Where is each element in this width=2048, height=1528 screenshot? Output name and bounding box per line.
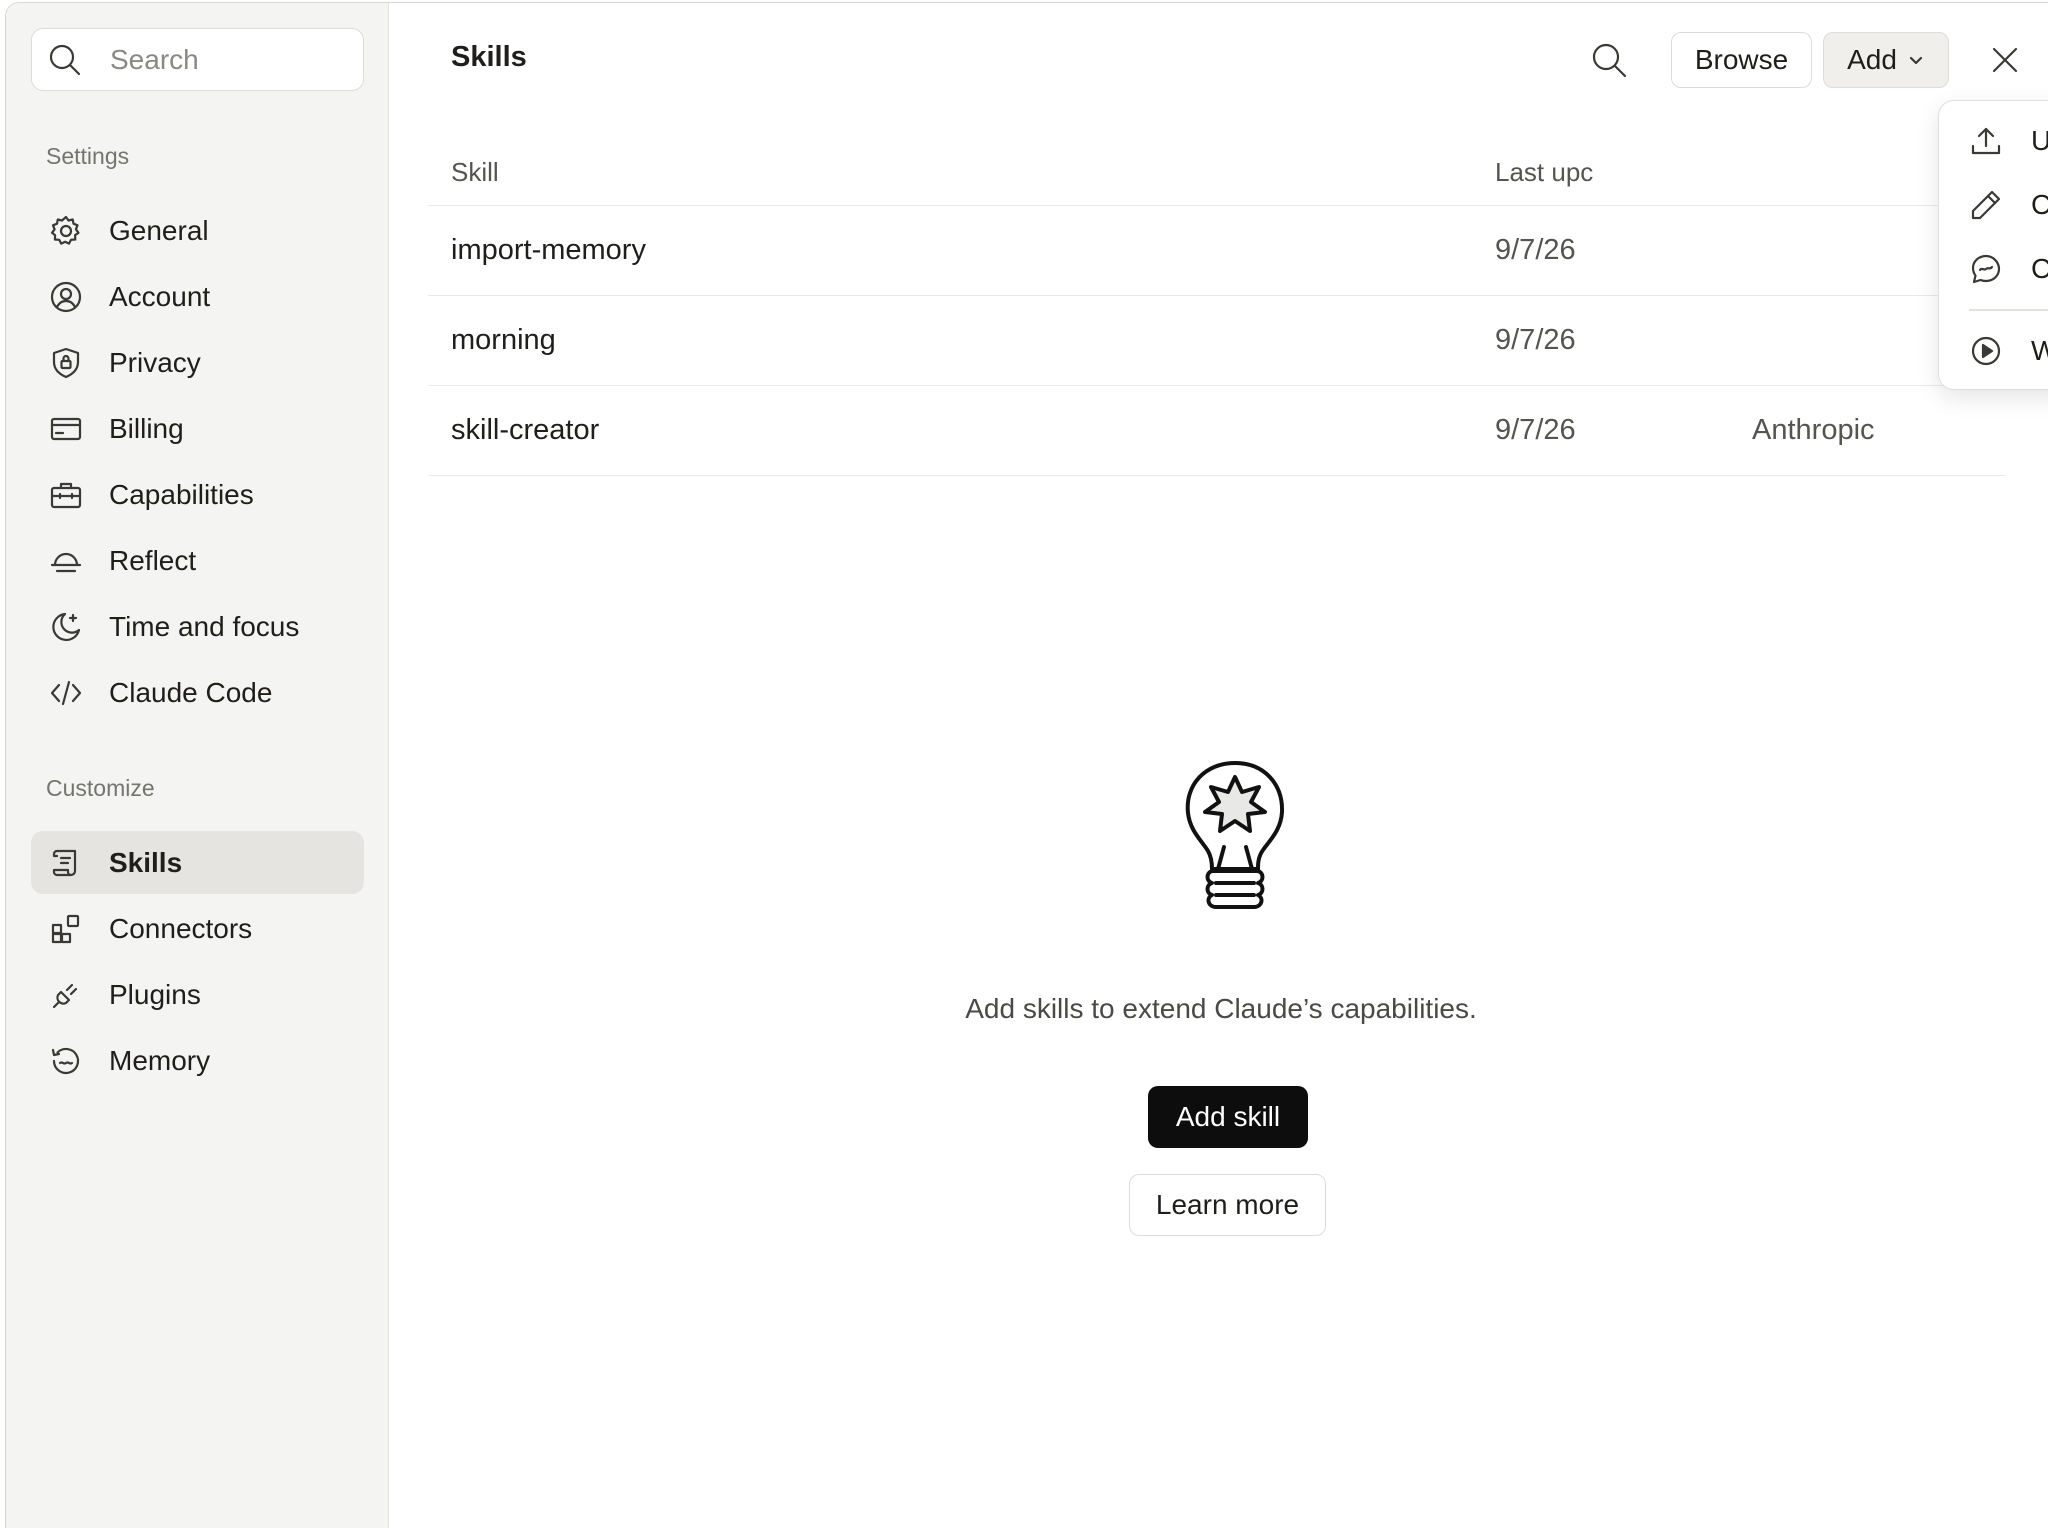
plug-icon [52, 983, 78, 1008]
learn-more-button[interactable]: Learn more [1129, 1174, 1326, 1236]
column-header-last-updated: Last upc [1495, 157, 1594, 187]
menu-item-upload-skill[interactable]: Upload skill [1949, 113, 2048, 169]
menu-item-label: Create with Claude [2031, 253, 2048, 285]
sidebar-item-label: Billing [109, 412, 184, 444]
credit-card-icon [50, 417, 82, 440]
gear-icon [50, 215, 80, 245]
briefcase-icon [50, 482, 82, 508]
add-skill-button[interactable]: Add skill [1148, 1086, 1308, 1148]
page-title: Skills [451, 41, 527, 73]
user-circle-icon [50, 281, 82, 312]
empty-state-message: Add skills to extend Claude’s capabiliti… [965, 993, 1477, 1024]
sidebar-item-label: Claude Code [109, 676, 273, 708]
sidebar-item-label: Account [109, 280, 211, 312]
memory-icon [51, 1047, 80, 1074]
menu-item-label: Upload skill [2031, 125, 2048, 157]
column-header-skill: Skill [451, 157, 499, 187]
table-row[interactable]: morning 9/7/26 [428, 296, 2006, 386]
table-row[interactable]: import-memory 9/7/26 [428, 206, 2006, 296]
sidebar-item-label: Plugins [109, 978, 201, 1010]
menu-item-label: Watch the intro video [2031, 335, 2048, 367]
skill-updated: 9/7/26 [1495, 324, 1576, 356]
browse-button[interactable]: Browse [1671, 32, 1812, 88]
settings-window: Settings General Account Privacy [5, 2, 2048, 1528]
menu-item-label: Create a skill [2031, 189, 2048, 221]
sidebar-item-claude-code[interactable]: Claude Code [31, 661, 364, 724]
scroll-icon [52, 849, 77, 876]
menu-item-watch-intro-video[interactable]: Watch the intro video [1949, 323, 2048, 379]
settings-section-label: Settings [46, 143, 130, 169]
sidebar-item-memory[interactable]: Memory [31, 1029, 364, 1092]
sidebar-item-label: Connectors [109, 912, 253, 944]
skill-name: import-memory [451, 234, 646, 266]
sidebar-item-privacy[interactable]: Privacy [31, 331, 364, 394]
search-input[interactable] [108, 42, 348, 77]
sidebar-item-label: Skills [109, 846, 183, 878]
sidebar-item-label: Memory [109, 1044, 211, 1076]
sidebar-item-plugins[interactable]: Plugins [31, 963, 364, 1026]
customize-section-label: Customize [46, 775, 155, 801]
sidebar-item-reflect[interactable]: Reflect [31, 529, 364, 592]
moon-sparkle-icon [52, 612, 81, 641]
skill-name: skill-creator [451, 414, 600, 446]
skill-name: morning [451, 324, 556, 356]
add-button-label: Add [1847, 44, 1897, 75]
chat-bubble-icon [1971, 254, 2001, 284]
chevron-down-icon [1909, 56, 1923, 65]
search-icon [49, 44, 81, 75]
table-header: Skill Last upc [428, 143, 2006, 206]
sidebar-item-skills[interactable]: Skills [31, 831, 364, 894]
skills-table: Skill Last upc import-memory 9/7/26 morn… [428, 143, 2006, 476]
sidebar-item-time-and-focus[interactable]: Time and focus [31, 595, 364, 658]
skill-author: Anthropic [1752, 414, 1875, 446]
main-panel: Skills Browse Add Skill Last upc import-… [390, 3, 2048, 1528]
sidebar-item-label: Reflect [109, 544, 197, 576]
sidebar-search[interactable] [31, 28, 364, 91]
sunset-icon [50, 552, 82, 572]
sidebar-item-label: General [109, 214, 209, 246]
play-circle-icon [1971, 336, 2001, 366]
skill-updated: 9/7/26 [1495, 234, 1576, 266]
shield-lock-icon [52, 347, 80, 378]
sidebar-item-label: Time and focus [109, 610, 300, 642]
menu-item-create-skill[interactable]: Create a skill [1949, 177, 2048, 233]
lightbulb-star-illustration [1185, 761, 1285, 909]
add-dropdown-button[interactable]: Add [1823, 32, 1949, 88]
table-row[interactable]: skill-creator 9/7/26 Anthropic [428, 386, 2006, 476]
pencil-icon [1971, 190, 2001, 220]
code-icon [50, 680, 82, 705]
menu-divider [1969, 309, 2048, 311]
sidebar-item-capabilities[interactable]: Capabilities [31, 463, 364, 526]
sidebar-item-account[interactable]: Account [31, 265, 364, 328]
close-icon[interactable] [1988, 43, 2022, 77]
search-icon[interactable] [1588, 39, 1630, 81]
menu-item-create-with-claude[interactable]: Create with Claude [1949, 241, 2048, 297]
add-menu: Upload skill Create a skill Create with … [1938, 100, 2048, 390]
upload-icon [1971, 127, 2001, 155]
sidebar-item-connectors[interactable]: Connectors [31, 897, 364, 960]
sidebar-item-billing[interactable]: Billing [31, 397, 364, 460]
sidebar-item-general[interactable]: General [31, 199, 364, 262]
sidebar-item-label: Capabilities [109, 478, 254, 510]
sidebar: Settings General Account Privacy [6, 3, 389, 1528]
sidebar-item-label: Privacy [109, 346, 201, 378]
blocks-icon [51, 914, 80, 943]
skill-updated: 9/7/26 [1495, 414, 1576, 446]
